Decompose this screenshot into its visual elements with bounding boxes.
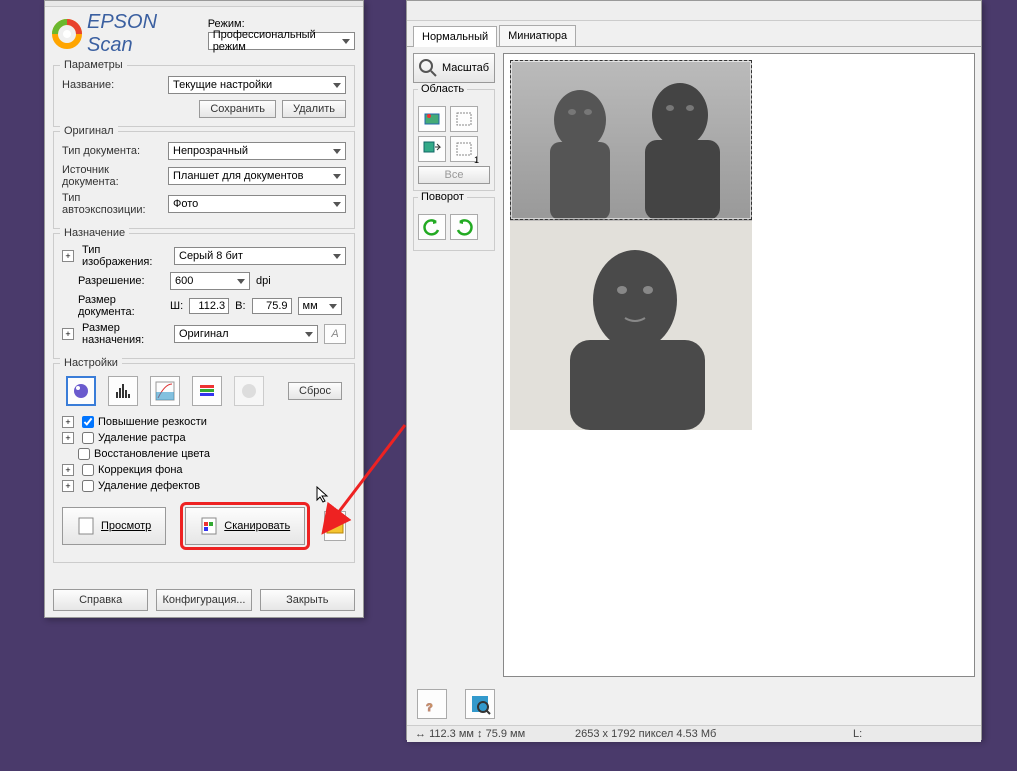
select-all-button[interactable]: Все — [418, 166, 490, 184]
delete-marquee-icon[interactable] — [450, 106, 478, 132]
curves-icon[interactable] — [150, 376, 180, 406]
sharpen-checkbox[interactable] — [82, 416, 94, 428]
destination-panel: Назначение + Тип изображения: Серый 8 би… — [53, 233, 355, 359]
tab-normal[interactable]: Нормальный — [413, 26, 497, 47]
marquee-count-icon[interactable]: 1 — [450, 136, 478, 162]
svg-text:?: ? — [426, 702, 433, 714]
destination-title: Назначение — [60, 227, 129, 239]
image-type-select[interactable]: Серый 8 бит — [174, 247, 346, 265]
auto-marquee-icon[interactable] — [418, 106, 446, 132]
status-dimensions: ↔ 112.3 мм ↕ 75.9 мм — [415, 728, 535, 740]
zoom-button[interactable]: Масштаб — [413, 53, 495, 83]
dpi-label: dpi — [256, 275, 271, 287]
color-restore-label: Восстановление цвета — [94, 448, 210, 460]
save-settings-button[interactable]: Сохранить — [199, 100, 276, 118]
preview-button[interactable]: Просмотр — [62, 507, 166, 545]
area-title: Область — [418, 83, 467, 95]
parameters-panel: Параметры Название: Текущие настройки Со… — [53, 65, 355, 127]
sharpen-expand[interactable]: + — [62, 416, 74, 428]
resolution-select[interactable]: 600 — [170, 272, 250, 290]
color-restore-checkbox[interactable] — [78, 448, 90, 460]
name-select[interactable]: Текущие настройки — [168, 76, 346, 94]
target-size-label: Размер назначения: — [82, 322, 168, 346]
epson-scan-window: EPSON Scan Режим: Профессиональный режим… — [44, 0, 364, 618]
preview-window: Нормальный Миниатюра Масштаб Область 1 В… — [406, 0, 982, 740]
target-size-select[interactable]: Оригинал — [174, 325, 318, 343]
mode-select[interactable]: Профессиональный режим — [208, 32, 355, 50]
selection-marquee[interactable] — [510, 60, 752, 220]
rotate-title: Поворот — [418, 191, 467, 203]
rotate-group: Поворот — [413, 197, 495, 251]
doc-source-label: Источник документа: — [62, 164, 162, 188]
densitometer-icon[interactable] — [465, 689, 495, 719]
adjustments-title: Настройки — [60, 357, 122, 369]
rotate-left-icon[interactable] — [418, 214, 446, 240]
backlight-checkbox[interactable] — [82, 464, 94, 476]
scan-icon — [200, 516, 218, 536]
sharpen-label: Повышение резкости — [98, 416, 207, 428]
scan-button[interactable]: Сканировать — [185, 507, 305, 545]
scan-highlight: Сканировать — [180, 502, 310, 550]
config-button[interactable]: Конфигурация... — [156, 589, 251, 611]
image-type-label: Тип изображения: — [82, 244, 168, 268]
auto-exposure-label: Тип автоэкспозиции: — [62, 192, 162, 216]
cursor-icon — [316, 486, 330, 504]
delete-settings-button[interactable]: Удалить — [282, 100, 346, 118]
color-balance-icon[interactable] — [192, 376, 222, 406]
name-label: Название: — [62, 79, 162, 91]
status-bar: ↔ 112.3 мм ↕ 75.9 мм 2653 x 1792 пиксел … — [407, 725, 981, 742]
page-icon — [77, 516, 95, 536]
color-palette-icon[interactable] — [234, 376, 264, 406]
target-size-expand[interactable]: + — [62, 328, 74, 340]
adjustments-panel: Настройки Сброс +Повышение резкости +Уда… — [53, 363, 355, 563]
doc-type-select[interactable]: Непрозрачный — [168, 142, 346, 160]
width-input[interactable] — [189, 298, 229, 314]
dust-checkbox[interactable] — [82, 480, 94, 492]
rotate-right-icon[interactable] — [450, 214, 478, 240]
auto-exposure-select[interactable]: Фото — [168, 195, 346, 213]
descreen-expand[interactable]: + — [62, 432, 74, 444]
area-group: Область 1 Все — [413, 89, 495, 191]
preview-canvas[interactable] — [503, 53, 975, 677]
descreen-label: Удаление растра — [98, 432, 186, 444]
doc-source-select[interactable]: Планшет для документов — [168, 167, 346, 185]
backlight-expand[interactable]: + — [62, 464, 74, 476]
status-pixels: 2653 x 1792 пиксел 4.53 Мб — [575, 728, 813, 740]
magnifier-icon — [418, 58, 438, 78]
preview-titlebar[interactable] — [407, 1, 981, 21]
help-button[interactable]: Справка — [53, 589, 148, 611]
original-title: Оригинал — [60, 125, 118, 137]
original-panel: Оригинал Тип документа: Непрозрачный Ист… — [53, 131, 355, 229]
descreen-checkbox[interactable] — [82, 432, 94, 444]
epson-logo-icon — [53, 19, 81, 49]
preview-sidebar: Масштаб Область 1 Все Поворот — [413, 53, 495, 677]
close-button[interactable]: Закрыть — [260, 589, 355, 611]
help-icon[interactable]: ? — [417, 689, 447, 719]
width-label: Ш: — [170, 300, 183, 312]
backlight-label: Коррекция фона — [98, 464, 183, 476]
image-type-expand[interactable]: + — [62, 250, 74, 262]
histogram-icon[interactable] — [108, 376, 138, 406]
unit-select[interactable]: мм — [298, 297, 342, 315]
copy-marquee-icon[interactable] — [418, 136, 446, 162]
orientation-button[interactable]: A — [324, 324, 346, 344]
height-label: В: — [235, 300, 245, 312]
parameters-title: Параметры — [60, 59, 127, 71]
resolution-label: Разрешение: — [78, 275, 164, 287]
dust-label: Удаление дефектов — [98, 480, 200, 492]
dust-expand[interactable]: + — [62, 480, 74, 492]
app-name: EPSON Scan — [87, 11, 198, 57]
doc-type-label: Тип документа: — [62, 145, 162, 157]
tab-thumbnail[interactable]: Миниатюра — [499, 25, 576, 46]
reset-button[interactable]: Сброс — [288, 382, 342, 400]
doc-size-label: Размер документа: — [78, 294, 164, 318]
status-level: L: — [853, 728, 973, 740]
auto-adjust-icon[interactable] — [66, 376, 96, 406]
height-input[interactable] — [252, 298, 292, 314]
folder-button[interactable] — [324, 511, 346, 541]
